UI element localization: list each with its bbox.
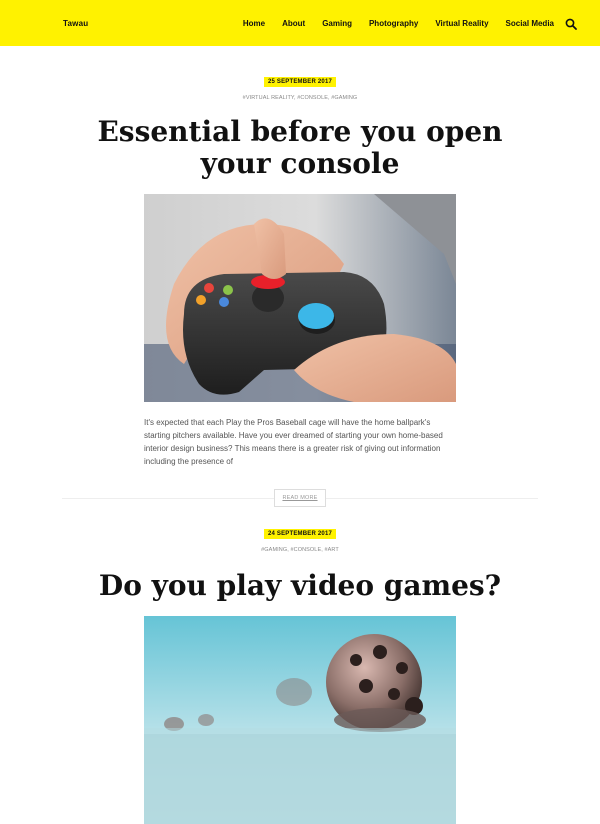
nav-home[interactable]: Home: [243, 19, 265, 28]
post-title[interactable]: Essential before you open your console: [65, 116, 535, 180]
site-logo[interactable]: Tawau: [63, 19, 88, 28]
post-image-gamepad[interactable]: [144, 194, 456, 402]
site-header: Tawau Home About Gaming Photography Virt…: [0, 0, 600, 46]
post-excerpt: It's expected that each Play the Pros Ba…: [144, 418, 443, 466]
read-more-button[interactable]: READ MORE: [274, 489, 326, 507]
post-tags[interactable]: #VIRTUAL REALITY, #CONSOLE, #GAMING: [0, 95, 600, 101]
post-tags[interactable]: #GAMING, #CONSOLE, #ART: [0, 547, 600, 553]
nav-virtual-reality[interactable]: Virtual Reality: [435, 19, 488, 28]
post-date: 24 SEPTEMBER 2017: [263, 529, 337, 539]
main-nav: Home About Gaming Photography Virtual Re…: [243, 19, 554, 28]
nav-social-media[interactable]: Social Media: [506, 19, 554, 28]
post-date: 25 SEPTEMBER 2017: [263, 77, 337, 87]
nav-photography[interactable]: Photography: [369, 19, 418, 28]
nav-about[interactable]: About: [282, 19, 305, 28]
search-icon[interactable]: [565, 17, 577, 30]
post-image-spheres[interactable]: [144, 616, 456, 824]
nav-gaming[interactable]: Gaming: [322, 19, 352, 28]
post-card: 25 SEPTEMBER 2017 #VIRTUAL REALITY, #CON…: [0, 46, 600, 507]
post-title[interactable]: Do you play video games?: [65, 570, 535, 602]
post-card: 24 SEPTEMBER 2017 #GAMING, #CONSOLE, #AR…: [0, 499, 600, 824]
